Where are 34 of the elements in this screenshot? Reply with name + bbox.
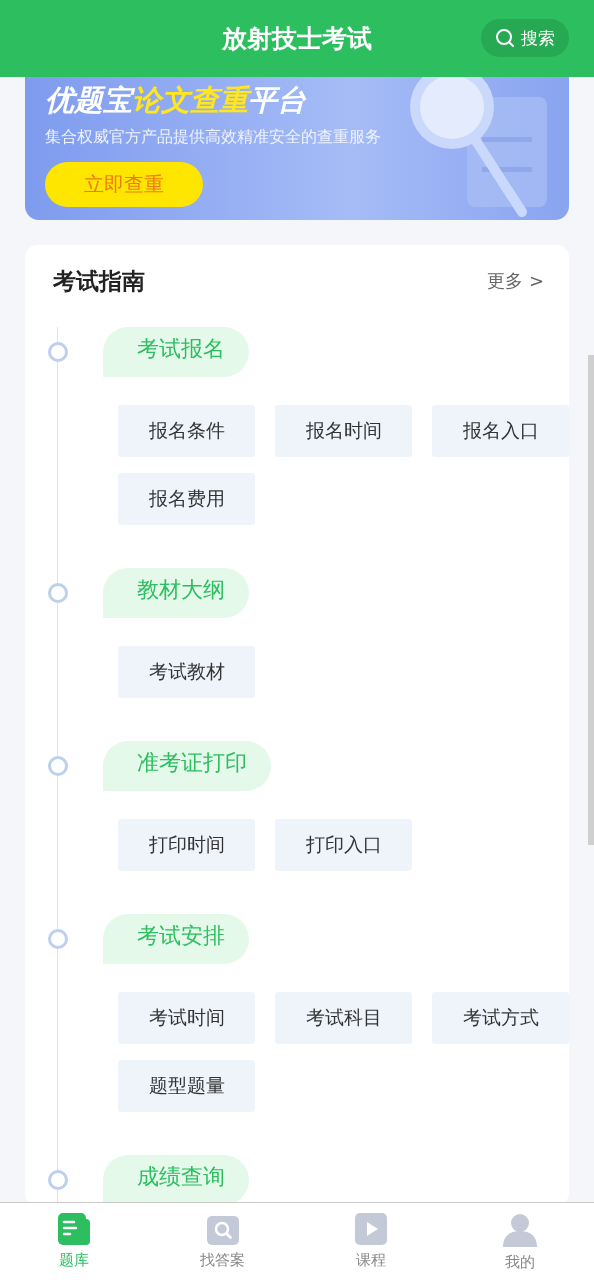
search-icon xyxy=(206,1213,239,1245)
banner-subtitle: 集合权威官方产品提供高效精准安全的查重服务 xyxy=(45,127,382,148)
category-label: 考试报名 xyxy=(103,327,249,377)
topic-button[interactable]: 报名费用 xyxy=(118,473,255,525)
topic-button[interactable]: 报名入口 xyxy=(432,405,569,457)
topic-button[interactable]: 打印时间 xyxy=(118,819,255,871)
nav-tab[interactable]: 我的 xyxy=(445,1203,594,1280)
banner-title: 优题宝论文查重平台 xyxy=(45,82,307,119)
topic-button[interactable]: 打印入口 xyxy=(275,819,412,871)
document-icon xyxy=(58,1213,91,1245)
timeline-dot xyxy=(48,1170,68,1190)
search-icon xyxy=(495,28,515,48)
category-label: 准考证打印 xyxy=(103,741,271,791)
category-label: 考试安排 xyxy=(103,914,249,964)
topic-button[interactable]: 考试科目 xyxy=(275,992,412,1044)
timeline-dot xyxy=(48,756,68,776)
nav-tab[interactable]: 找答案 xyxy=(148,1203,297,1280)
topic-button[interactable]: 考试时间 xyxy=(118,992,255,1044)
more-link[interactable]: 更多 > xyxy=(487,269,544,293)
nav-tab[interactable]: 课程 xyxy=(297,1203,446,1280)
category-label: 成绩查询 xyxy=(103,1155,249,1205)
topic-button[interactable]: 报名条件 xyxy=(118,405,255,457)
topic-button[interactable]: 题型题量 xyxy=(118,1060,255,1112)
section-heading: 考试指南 xyxy=(53,266,145,296)
play-icon xyxy=(355,1213,388,1245)
timeline-dot xyxy=(48,342,68,362)
timeline-dot xyxy=(48,583,68,603)
person-icon xyxy=(502,1213,537,1247)
page-title: 放射技士考试 xyxy=(222,23,372,55)
topic-button[interactable]: 考试方式 xyxy=(432,992,569,1044)
timeline-dot xyxy=(48,929,68,949)
topic-button[interactable]: 考试教材 xyxy=(118,646,255,698)
category-label: 教材大纲 xyxy=(103,568,249,618)
topic-button[interactable]: 报名时间 xyxy=(275,405,412,457)
